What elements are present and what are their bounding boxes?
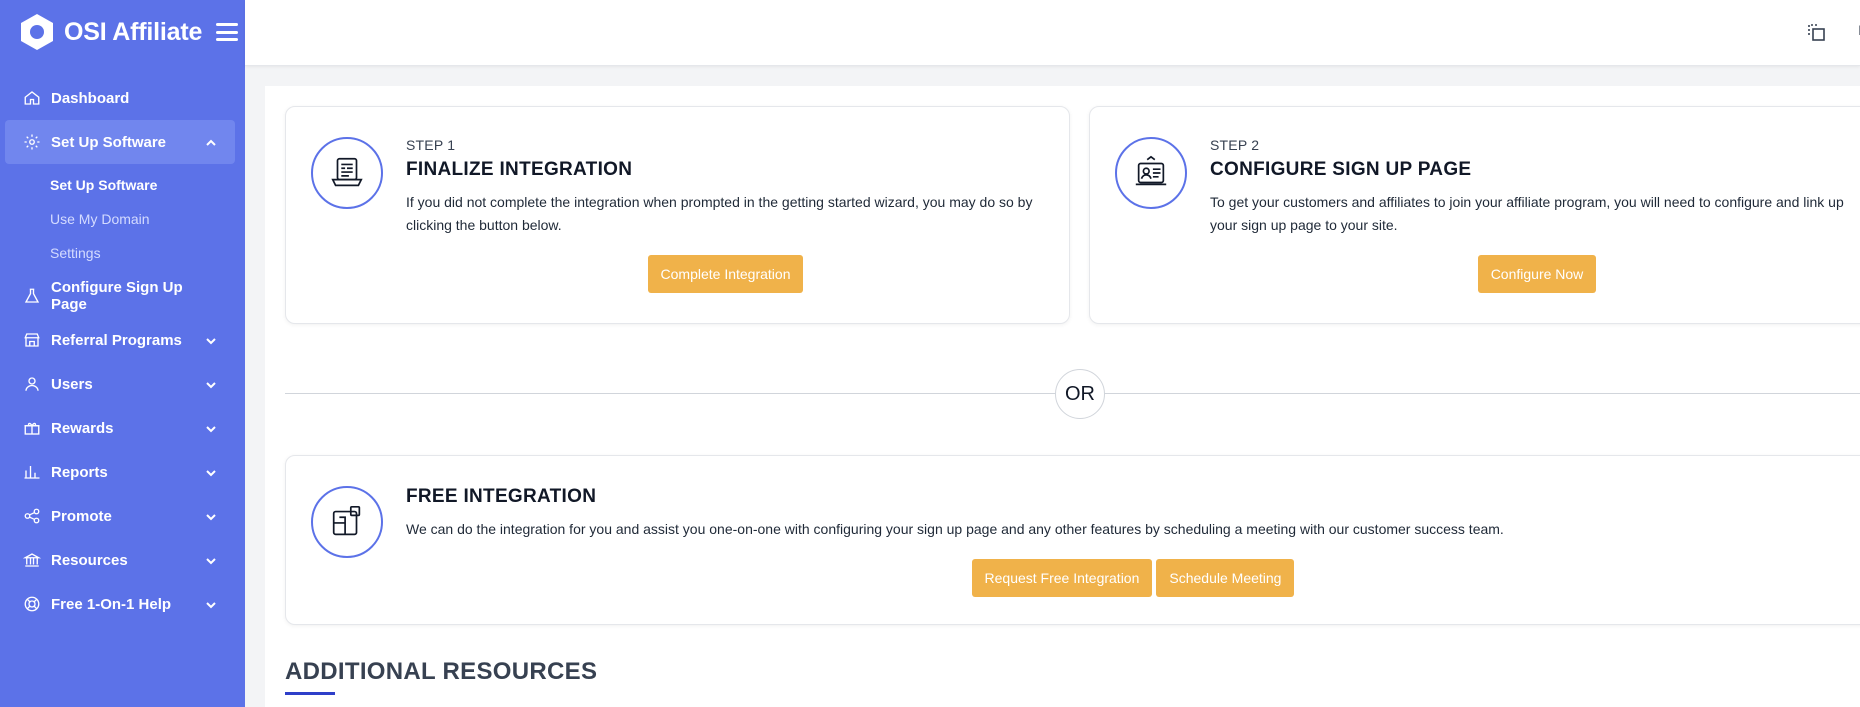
schedule-meeting-button[interactable]: Schedule Meeting (1156, 559, 1295, 597)
sidebar-item-rewards[interactable]: Rewards (0, 406, 245, 450)
sidebar-item-configure-sign-up-page[interactable]: Configure Sign Up Page (0, 274, 245, 318)
step1-label: STEP 1 (406, 137, 456, 153)
sidebar-subitem-use-my-domain[interactable]: Use My Domain (0, 202, 245, 236)
logo-icon (21, 14, 53, 50)
free-integration-description: We can do the integration for you and as… (406, 521, 1504, 537)
sidebar-item-reports[interactable]: Reports (0, 450, 245, 494)
sidebar-item-label: Rewards (51, 419, 114, 437)
sidebar-subitem-set-up-software[interactable]: Set Up Software (0, 168, 245, 202)
sidebar-item-dashboard[interactable]: Dashboard (0, 76, 245, 120)
sidebar-item-label: Promote (51, 507, 112, 525)
step2-title: CONFIGURE SIGN UP PAGE (1210, 159, 1472, 180)
signup-profile-icon (1135, 155, 1167, 186)
chevron-down-icon (205, 510, 217, 522)
chevron-down-icon (205, 598, 217, 610)
gift-icon (23, 419, 41, 437)
step1-title: FINALIZE INTEGRATION (406, 159, 633, 180)
sidebar-subitem-settings[interactable]: Settings (0, 236, 245, 270)
copy-icon[interactable] (1804, 20, 1828, 44)
step1-icon-ring (311, 137, 383, 209)
free-integration-icon-ring (311, 486, 383, 558)
sidebar-item-label: Reports (51, 463, 108, 481)
share-icon (23, 507, 41, 525)
sidebar-item-label: Set Up Software (51, 133, 167, 151)
step2-card: STEP 2 CONFIGURE SIGN UP PAGE To get you… (1089, 106, 1860, 324)
lifebuoy-icon (23, 595, 41, 613)
chevron-down-icon (205, 378, 217, 390)
sidebar-item-free-help[interactable]: Free 1-On-1 Help (0, 582, 245, 626)
brand: OSI Affiliate (0, 0, 245, 64)
step1-description: If you did not complete the integration … (406, 194, 1033, 233)
sidebar-item-set-up-software[interactable]: Set Up Software (5, 120, 235, 164)
step2-label: STEP 2 (1210, 137, 1260, 153)
chevron-down-icon (205, 422, 217, 434)
sidebar-item-resources[interactable]: Resources (0, 538, 245, 582)
sidebar-item-label: Configure Sign Up Page (51, 279, 183, 313)
or-divider-badge: OR (1055, 369, 1105, 419)
sidebar-item-referral-programs[interactable]: Referral Programs (0, 318, 245, 362)
section-title-underline (285, 692, 335, 695)
sidebar-item-label: Resources (51, 551, 128, 569)
free-integration-card: FREE INTEGRATION We can do the integrati… (285, 455, 1860, 625)
free-integration-actions: Request Free Integration Schedule Meetin… (406, 559, 1860, 597)
sidebar-item-label: Dashboard (51, 89, 130, 107)
sidebar: OSI Affiliate Dashboard Set Up Software … (0, 0, 245, 707)
sidebar-item-label: Referral Programs (51, 331, 182, 349)
bar-chart-icon (23, 463, 41, 481)
chevron-down-icon (205, 554, 217, 566)
sidebar-item-label: Free 1-On-1 Help (51, 595, 172, 613)
main-content: STEP 1 FINALIZE INTEGRATION If you did n… (265, 86, 1860, 707)
free-integration-body: FREE INTEGRATION We can do the integrati… (406, 486, 1860, 597)
home-icon (23, 89, 41, 107)
sidebar-item-users[interactable]: Users (0, 362, 245, 406)
complete-integration-button[interactable]: Complete Integration (647, 255, 804, 293)
sidebar-item-label: Users (51, 375, 93, 393)
chevron-down-icon (205, 334, 217, 346)
chevron-down-icon (205, 466, 217, 478)
free-integration-title: FREE INTEGRATION (406, 486, 597, 507)
sidebar-item-promote[interactable]: Promote (0, 494, 245, 538)
gear-icon (23, 133, 41, 151)
bank-icon (23, 551, 41, 569)
menu-toggle-icon[interactable] (216, 23, 239, 41)
step2-icon-ring (1115, 137, 1187, 209)
topbar: L (245, 0, 1860, 66)
step2-description: To get your customers and affiliates to … (1210, 194, 1844, 233)
brand-name: OSI Affiliate (64, 17, 203, 46)
store-icon (23, 331, 41, 349)
flask-icon (23, 287, 41, 305)
request-free-integration-button[interactable]: Request Free Integration (971, 559, 1153, 597)
step1-actions: Complete Integration (406, 255, 1045, 293)
step1-card: STEP 1 FINALIZE INTEGRATION If you did n… (285, 106, 1070, 324)
step1-body: STEP 1 FINALIZE INTEGRATION If you did n… (406, 137, 1045, 293)
sidebar-nav: Dashboard Set Up Software Set Up Softwar… (0, 76, 245, 626)
step2-body: STEP 2 CONFIGURE SIGN UP PAGE To get you… (1210, 137, 1860, 293)
laptop-document-icon (331, 157, 363, 187)
sidebar-subnav-set-up-software: Set Up Software Use My Domain Settings (0, 164, 245, 274)
additional-resources-title: ADDITIONAL RESOURCES (285, 658, 598, 685)
chevron-up-icon (205, 136, 217, 148)
configure-now-button[interactable]: Configure Now (1477, 255, 1597, 293)
blocks-icon (332, 505, 361, 536)
step2-actions: Configure Now (1210, 255, 1860, 293)
user-icon (23, 375, 41, 393)
